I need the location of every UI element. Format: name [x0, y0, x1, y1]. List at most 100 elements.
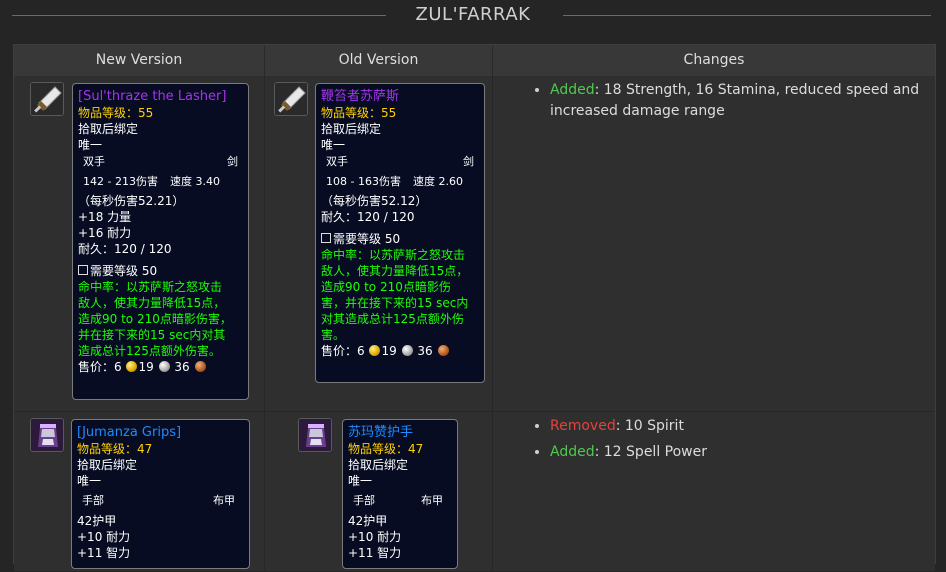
- gold-amount: 6: [114, 360, 122, 374]
- item-armor: 42护甲: [77, 514, 117, 528]
- item-bind: 拾取后绑定: [321, 122, 382, 136]
- item-bind: 拾取后绑定: [77, 458, 138, 472]
- item-stat: +10 耐力: [77, 530, 131, 544]
- change-type-added: Added: [550, 444, 595, 460]
- item-level: 物品等级：55: [78, 106, 154, 120]
- requirement-checkbox-icon: [78, 265, 88, 275]
- item-slot-row: 双手 剑: [78, 154, 243, 170]
- change-text: : 12 Spell Power: [594, 444, 707, 460]
- item-unique: 唯一: [77, 474, 102, 488]
- copper-coin-icon: [194, 361, 206, 372]
- changes-list-row1: Added: 18 Strength, 16 Stamina, reduced …: [532, 80, 927, 127]
- item-unique: 唯一: [348, 474, 373, 488]
- item-unique: 唯一: [78, 138, 103, 152]
- item-effect-line: 命中率：以苏萨斯之怒攻击: [321, 248, 466, 262]
- item-bind: 拾取后绑定: [348, 458, 409, 472]
- item-level: 物品等级：47: [77, 442, 153, 456]
- item-slot-row: 手部 布甲: [77, 493, 244, 509]
- item-unique: 唯一: [321, 138, 346, 152]
- item-dps: （每秒伤害52.21）: [78, 194, 185, 208]
- item-tooltip-new-jumanza: [Jumanza Grips] 物品等级：47 拾取后绑定 唯一 手部 布甲 4…: [71, 419, 250, 569]
- item-effect-line: 害，并在接下来的15 sec内: [321, 296, 469, 310]
- item-effect-line: 并在接下来的15 sec内对其: [78, 328, 226, 342]
- change-type-added: Added: [550, 82, 595, 98]
- item-type: 剑: [227, 155, 238, 168]
- change-item: Added: 12 Spell Power: [550, 442, 927, 463]
- item-damage: 108 - 163伤害: [326, 175, 401, 188]
- item-effect-line: 害。: [321, 328, 346, 342]
- item-bind: 拾取后绑定: [78, 122, 139, 136]
- copper-amount: 36: [174, 360, 190, 374]
- silver-coin-icon: [401, 345, 413, 356]
- item-stat: +11 智力: [348, 546, 402, 560]
- sword-icon[interactable]: [274, 82, 308, 116]
- item-speed: 速度 3.40: [169, 175, 220, 188]
- item-effect-line: 造成总计125点额外伤害。: [78, 344, 221, 358]
- item-slot: 手部: [82, 494, 104, 507]
- silver-amount: 19: [138, 360, 154, 374]
- title-divider-right: [563, 15, 931, 16]
- section-title-bar: ZUL'FARRAK: [0, 0, 946, 32]
- item-slot: 双手: [83, 155, 105, 168]
- item-armor: 42护甲: [348, 514, 388, 528]
- change-type-removed: Removed: [550, 418, 616, 434]
- item-requires-text: 需要等级 50: [333, 232, 401, 246]
- gloves-icon[interactable]: [298, 418, 332, 452]
- change-item: Added: 18 Strength, 16 Stamina, reduced …: [550, 80, 927, 122]
- sell-label: 售价：: [78, 360, 115, 374]
- damage-row: 108 - 163伤害 速度 2.60: [321, 174, 479, 190]
- item-name[interactable]: 鞭笞者苏萨斯: [321, 89, 479, 105]
- item-name[interactable]: [Jumanza Grips]: [77, 425, 244, 441]
- item-name[interactable]: 苏玛赞护手: [348, 425, 452, 441]
- item-tooltip-old-jumanza: 苏玛赞护手 物品等级：47 拾取后绑定 唯一 手部 布甲 42护甲 +10 耐力…: [342, 419, 458, 569]
- item-speed: 速度 2.60: [412, 175, 463, 188]
- gold-amount: 6: [357, 344, 365, 358]
- item-requires-text: 需要等级 50: [90, 264, 158, 278]
- change-text: : 10 Spirit: [615, 418, 684, 434]
- item-level: 物品等级：55: [321, 106, 397, 120]
- item-durability: 耐久：120 / 120: [321, 210, 415, 224]
- gold-coin-icon: [126, 361, 138, 372]
- sword-icon[interactable]: [30, 82, 64, 116]
- item-stat: +11 智力: [77, 546, 131, 560]
- gold-coin-icon: [369, 345, 381, 356]
- header-changes: Changes: [493, 45, 935, 76]
- item-type: 布甲: [421, 494, 443, 507]
- item-effect-line: 造成90 to 210点暗影伤: [321, 280, 451, 294]
- item-stat: +16 耐力: [78, 226, 132, 240]
- item-stat: +10 耐力: [348, 530, 402, 544]
- damage-row: 142 - 213伤害 速度 3.40: [78, 174, 243, 190]
- item-effect-line: 敌人，使其力量降低15点，: [321, 264, 469, 278]
- item-effect-line: 敌人，使其力量降低15点，: [78, 296, 226, 310]
- item-effect-line: 对其造成总计125点额外伤: [321, 312, 464, 326]
- requirement-checkbox-icon: [321, 233, 331, 243]
- item-damage: 142 - 213伤害: [83, 175, 158, 188]
- item-stat: +18 力量: [78, 210, 132, 224]
- change-item: Removed: 10 Spirit: [550, 416, 927, 437]
- item-type: 剑: [463, 155, 474, 168]
- item-name[interactable]: [Sul'thraze the Lasher]: [78, 89, 243, 105]
- changes-list-row2: Removed: 10 Spirit Added: 12 Spell Power: [532, 416, 927, 468]
- item-slot: 双手: [326, 155, 348, 168]
- item-tooltip-old-sulthraze: 鞭笞者苏萨斯 物品等级：55 拾取后绑定 唯一 双手 剑 108 - 163伤害…: [315, 83, 485, 383]
- item-requires: 需要等级 50: [321, 231, 479, 247]
- item-level: 物品等级：47: [348, 442, 424, 456]
- copper-coin-icon: [437, 345, 449, 356]
- sell-label: 售价：: [321, 344, 358, 358]
- header-new-version: New Version: [14, 45, 265, 76]
- gloves-icon[interactable]: [30, 418, 64, 452]
- item-slot-row: 手部 布甲: [348, 493, 452, 509]
- item-sell-price: 售价：6 19 36: [321, 343, 479, 359]
- item-requires: 需要等级 50: [78, 263, 243, 279]
- item-effect-line: 命中率：以苏萨斯之怒攻击: [78, 280, 223, 294]
- silver-amount: 19: [381, 344, 397, 358]
- item-type: 布甲: [213, 494, 235, 507]
- item-sell-price: 售价：6 19 36: [78, 359, 243, 375]
- item-effect-line: 造成90 to 210点暗影伤害，: [78, 312, 232, 326]
- item-durability: 耐久：120 / 120: [78, 242, 172, 256]
- silver-coin-icon: [158, 361, 170, 372]
- item-tooltip-new-sulthraze: [Sul'thraze the Lasher] 物品等级：55 拾取后绑定 唯一…: [72, 83, 249, 400]
- header-old-version: Old Version: [265, 45, 493, 76]
- item-slot: 手部: [353, 494, 375, 507]
- change-text: : 18 Strength, 16 Stamina, reduced speed…: [550, 82, 920, 119]
